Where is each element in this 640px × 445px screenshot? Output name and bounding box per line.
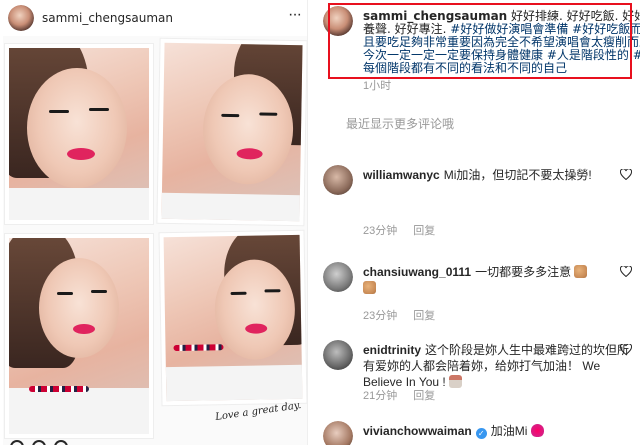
collage-photo-4 xyxy=(159,230,307,406)
comment-body: vivianchowwaiman ✓ 加油Mi xyxy=(363,423,635,439)
avatar[interactable] xyxy=(323,165,353,195)
muscle-emoji-icon xyxy=(574,265,588,278)
reply-button[interactable]: 回复 xyxy=(413,390,435,402)
hashtag-link[interactable]: #人是階段性的 xyxy=(547,48,629,62)
comment-text: Mi加油，但切記不要太操勞! xyxy=(443,168,592,182)
view-more-comments[interactable]: 最近显示更多评论哦 xyxy=(346,115,454,132)
caption-text: sammi_chengsauman 好好排練. 好好吃飯. 好好養聲. 好好專注… xyxy=(363,10,640,75)
photo-collage[interactable]: Love a great day. xyxy=(3,36,307,445)
reply-button[interactable]: 回复 xyxy=(413,310,435,322)
avatar[interactable] xyxy=(8,5,34,31)
hashtag-link[interactable]: #好好做好演唱會準備 xyxy=(450,22,568,36)
post-username[interactable]: sammi_chengsauman xyxy=(42,11,173,25)
caption-timestamp: 1小时 xyxy=(363,80,392,92)
post-media-panel: sammi_chengsauman ··· Love a great day. xyxy=(0,0,308,445)
comment-body: williamwanyc Mi加油，但切記不要太操勞! xyxy=(363,167,635,183)
collage-photo-3 xyxy=(5,234,153,438)
share-icon[interactable] xyxy=(54,440,68,445)
sparkling-heart-emoji-icon xyxy=(530,424,544,437)
comment-meta: 23分钟 回复 xyxy=(363,222,451,238)
avatar[interactable] xyxy=(323,421,353,445)
heart-icon[interactable] xyxy=(620,266,632,277)
like-icon[interactable] xyxy=(10,440,24,445)
avatar[interactable] xyxy=(323,262,353,292)
comment-text: 加油Mi xyxy=(490,424,528,438)
action-bar xyxy=(10,436,90,445)
comment-meta: 23分钟 回复 xyxy=(363,307,451,323)
comment-icon[interactable] xyxy=(32,440,46,445)
avatar[interactable] xyxy=(323,6,353,36)
post-header: sammi_chengsauman ··· xyxy=(0,0,307,36)
collage-photo-2 xyxy=(157,38,307,226)
comment-username[interactable]: williamwanyc xyxy=(363,168,440,182)
caption-username[interactable]: sammi_chengsauman xyxy=(363,9,507,23)
comment-meta: 21分钟 回复 xyxy=(363,387,451,403)
heart-icon[interactable] xyxy=(620,344,632,355)
comment-time: 23分钟 xyxy=(363,225,398,237)
comment-username[interactable]: chansiuwang_0111 xyxy=(363,265,471,279)
avatar[interactable] xyxy=(323,340,353,370)
comment-time: 23分钟 xyxy=(363,310,398,322)
verified-badge-icon: ✓ xyxy=(475,428,487,439)
comment-body: enidtrinity 这个阶段是妳人生中最难跨过的坎但所有爱妳的人都会陪着妳，给… xyxy=(363,342,635,390)
muscle-emoji-icon xyxy=(363,281,376,294)
comment-body: chansiuwang_0111 一切都要多多注意 xyxy=(363,264,635,296)
comment-time: 21分钟 xyxy=(363,390,398,402)
collage-photo-1 xyxy=(5,44,153,224)
comment-username[interactable]: vivianchowwaiman xyxy=(363,424,472,438)
comment-username[interactable]: enidtrinity xyxy=(363,343,421,357)
comments-panel: sammi_chengsauman 好好排練. 好好吃飯. 好好養聲. 好好專注… xyxy=(309,0,640,445)
heart-icon[interactable] xyxy=(620,169,632,180)
comment-text: 一切都要多多注意 xyxy=(475,265,572,279)
more-options-icon[interactable]: ··· xyxy=(288,6,302,24)
reply-button[interactable]: 回复 xyxy=(413,225,435,237)
